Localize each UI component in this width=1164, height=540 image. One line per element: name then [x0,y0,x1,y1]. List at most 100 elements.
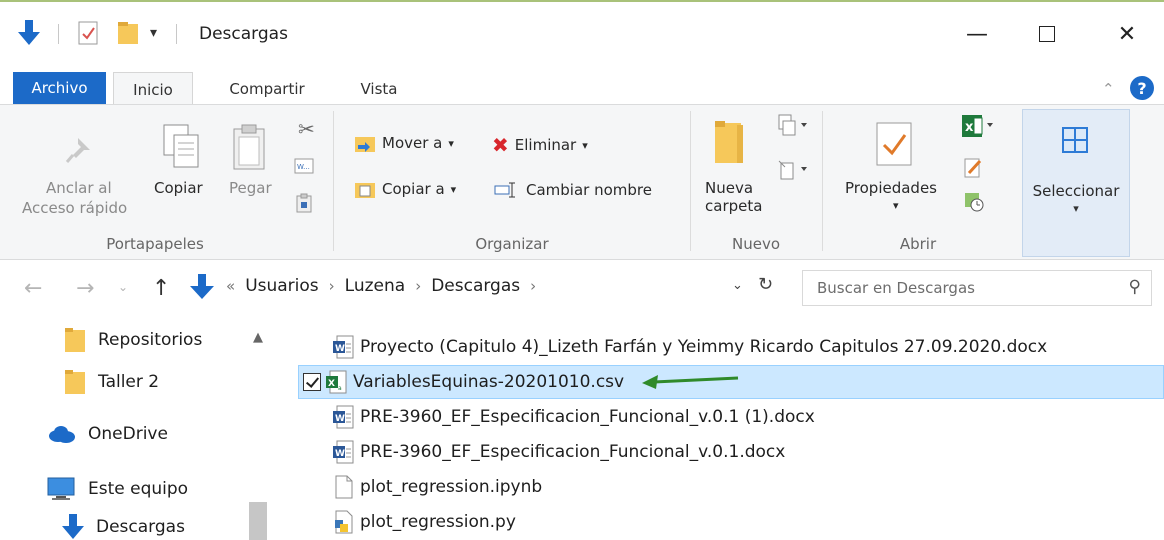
selection-checkbox[interactable] [303,373,321,391]
rename-button[interactable]: Cambiar nombre [494,181,652,199]
scissors-icon[interactable]: ✂ [298,117,315,141]
forward-arrow-icon[interactable]: → [76,276,94,301]
tab-inicio[interactable]: Inicio [113,72,193,107]
properties-button[interactable]: Propiedades [845,179,937,197]
close-button[interactable]: ✕ [1104,16,1150,52]
nav-item-label: OneDrive [88,424,168,444]
pin-quick-access-button[interactable]: Anclar al [46,179,112,197]
edit-icon[interactable] [963,157,983,183]
group-organizar: Mover a ▾ Copiar a ▾ ✖ Eliminar ▾ Cambia… [334,105,690,259]
customize-toolbar-dropdown[interactable]: ▾ [150,18,157,48]
select-dropdown: ▾ [1073,202,1079,215]
nav-item-este-equipo[interactable]: Este equipo [46,476,188,502]
easy-access-icon[interactable] [777,157,807,187]
paste-button[interactable]: Pegar [229,179,272,197]
file-name: VariablesEquinas-20201010.csv [353,372,625,392]
refresh-icon[interactable]: ↻ [758,274,773,295]
nav-scrollbar[interactable]: ▲ [245,314,271,540]
maximize-button[interactable] [1024,16,1070,52]
word-doc-icon: W [333,440,354,464]
recent-locations-chevron-icon[interactable]: ⌄ [118,280,128,294]
breadcrumb-separator[interactable]: › [415,277,421,295]
up-arrow-icon[interactable]: ↑ [152,276,170,301]
delete-label: Eliminar [514,136,577,154]
new-folder-button[interactable]: Nueva carpeta [705,179,762,215]
move-to-button[interactable]: Mover a ▾ [354,133,454,153]
copy-icon [162,123,202,175]
delete-x-icon: ✖ [492,133,509,157]
download-arrow-icon [62,514,84,539]
search-box[interactable]: ⚲ [802,270,1152,306]
window-title: Descargas [199,24,288,44]
address-history-chevron-icon[interactable]: ⌄ [732,278,743,293]
word-doc-icon: W [333,335,354,359]
nav-item-onedrive[interactable]: OneDrive [46,424,168,444]
maximize-icon [1039,26,1055,42]
breadcrumb-separator[interactable]: › [530,277,536,295]
back-arrow-icon[interactable]: ← [24,276,42,301]
new-folder-icon[interactable] [116,18,140,48]
group-abrir: Propiedades ▾ x Abrir [823,105,1013,259]
nav-item-label: Este equipo [88,479,189,499]
copy-path-icon[interactable]: W... [294,157,314,179]
file-row[interactable]: W Proyecto (Capitulo 4)_Lizeth Farfán y … [298,330,1047,364]
history-icon[interactable] [963,191,985,217]
file-name: plot_regression.py [360,512,516,532]
nav-item-descargas[interactable]: Descargas [62,514,185,540]
copy-button[interactable]: Copiar [154,179,203,197]
file-name: plot_regression.ipynb [360,477,543,497]
nav-item-taller-2[interactable]: Taller 2 [64,368,159,396]
svg-text:X: X [328,379,335,389]
search-input[interactable] [817,277,1107,299]
nav-item-label: Taller 2 [98,372,160,392]
paste-shortcut-icon[interactable] [296,193,312,217]
group-label-portapapeles: Portapapeles [106,235,204,253]
chevron-up-icon[interactable]: ⌃ [1102,80,1115,98]
folder-icon [65,370,85,394]
file-row[interactable]: W PRE-3960_EF_Especificacion_Funcional_v… [298,400,815,434]
tab-compartir[interactable]: Compartir [212,72,322,106]
downloads-location-icon [190,274,214,304]
file-row[interactable]: W PRE-3960_EF_Especificacion_Funcional_v… [298,435,785,469]
breadcrumb-separator[interactable]: › [329,277,335,295]
ribbon: Anclar al Acceso rápido Copiar Pegar ✂ W… [0,104,1164,260]
file-row[interactable]: plot_regression.ipynb [298,470,542,504]
select-button[interactable]: Seleccionar ▾ [1022,109,1130,257]
excel-open-icon[interactable]: x [961,113,993,143]
search-icon[interactable]: ⚲ [1129,277,1141,297]
word-doc-icon: W [333,405,354,429]
annotation-arrow-icon [642,375,739,389]
file-row[interactable]: plot_regression.py [298,505,516,539]
svg-text:W: W [335,449,345,459]
properties-dropdown[interactable]: ▾ [893,199,899,212]
new-folder-big-icon [713,119,747,169]
help-icon[interactable]: ? [1130,76,1154,100]
breadcrumb-luzena[interactable]: Luzena [345,276,406,296]
copy-to-icon [355,183,375,198]
breadcrumb-usuarios[interactable]: Usuarios [245,276,318,296]
rename-icon [494,182,515,198]
scroll-thumb[interactable] [249,502,267,540]
tab-vista[interactable]: Vista [344,72,414,106]
properties-check-icon[interactable] [78,18,100,48]
nav-item-repositorios[interactable]: Repositorios [64,326,202,354]
properties-icon [875,121,915,171]
quick-access-down-arrow-icon[interactable] [18,18,40,48]
new-folder-label-line2: carpeta [705,197,763,215]
tab-archivo[interactable]: Archivo [13,72,106,104]
group-portapapeles: Anclar al Acceso rápido Copiar Pegar ✂ W… [0,105,315,259]
minimize-button[interactable]: — [954,16,1000,52]
new-folder-label-line1: Nueva [705,179,754,197]
pin-label-line2: Acceso rápido [22,199,128,217]
svg-text:W: W [335,344,345,354]
svg-text:x: x [965,120,974,135]
file-name: PRE-3960_EF_Especificacion_Funcional_v.0… [360,407,815,427]
scroll-up-icon[interactable]: ▲ [253,330,263,345]
delete-button[interactable]: ✖ Eliminar ▾ [492,133,588,157]
copy-to-button[interactable]: Copiar a ▾ [354,179,456,199]
copy-to-dropdown: ▾ [450,182,457,196]
breadcrumb-overflow[interactable]: « [226,277,235,295]
breadcrumb-descargas[interactable]: Descargas [431,276,520,296]
cloud-icon [49,426,75,443]
new-item-icon[interactable] [777,113,807,143]
